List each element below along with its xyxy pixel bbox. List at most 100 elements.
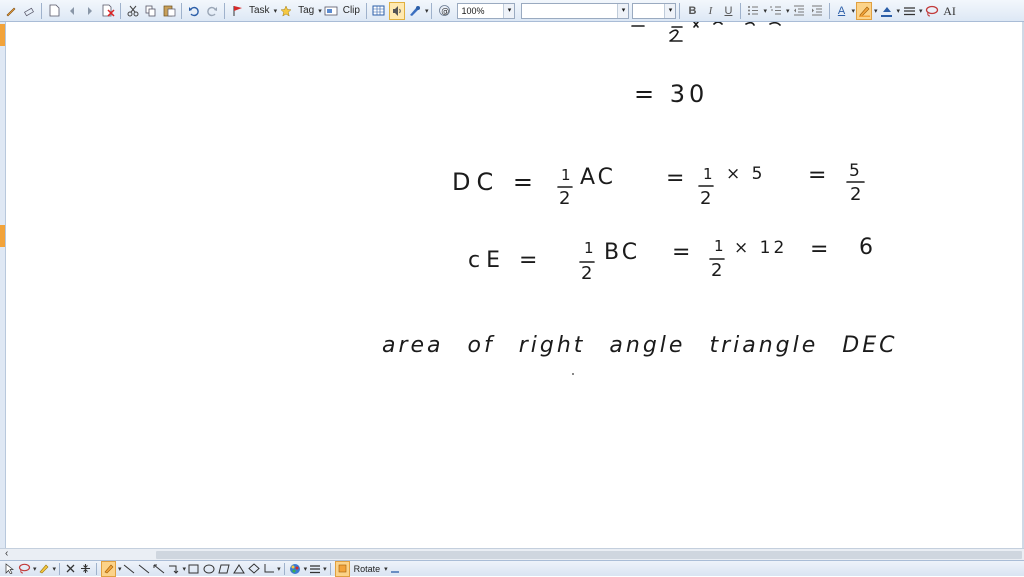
at-symbol-icon[interactable]: @ [436,2,452,20]
highlighter-icon[interactable] [856,1,873,20]
highlighter-dropdown-arrow[interactable]: ▾ [874,7,878,15]
font-size-dropdown-arrow[interactable]: ▾ [664,3,676,18]
tag-button[interactable]: Tag [296,2,316,20]
diamond-icon[interactable] [247,562,260,576]
ellipse-icon[interactable] [202,562,215,576]
connector-icon[interactable] [168,562,181,576]
connector-dropdown-arrow[interactable]: ▾ [183,565,187,573]
increase-indent-icon[interactable] [809,2,825,20]
rectangle-icon[interactable] [187,562,200,576]
copy-icon[interactable] [143,2,159,20]
stroke-width-icon[interactable] [308,562,321,576]
toolbar-divider [120,2,121,19]
ink-half-numerator: 1 [703,165,713,183]
color-picker-dropdown-arrow[interactable]: ▾ [304,565,308,573]
ink-half-denominator: 2 [559,188,570,209]
toolbar-divider [283,562,285,575]
zoom-select[interactable]: 100% ▾ [457,2,516,19]
toolbar-divider [41,2,42,19]
eraser-icon[interactable] [21,2,37,20]
triangle-icon[interactable] [232,562,245,576]
ink-dc-equals-2: = [666,166,684,191]
line-tool-2-icon[interactable] [138,562,151,576]
paste-icon[interactable] [161,2,177,20]
bullet-list-icon[interactable] [745,2,761,20]
clip-icon[interactable] [323,2,339,20]
new-page-icon[interactable] [46,2,62,20]
color-picker-icon[interactable] [289,562,302,576]
line-style-dropdown-arrow[interactable]: ▾ [919,7,923,15]
ink-ce-times: × 12 [734,238,787,258]
numbered-list-icon[interactable] [768,2,784,20]
ink-canvas[interactable]: = 30 DC = 1 2 AC = 1 2 × 5 = 5 2 cE = 1 … [6,21,1022,548]
undo-icon[interactable] [186,2,202,20]
fill-color-dropdown-arrow[interactable]: ▾ [897,7,901,15]
pen-settings-dropdown-arrow[interactable]: ▾ [425,7,429,15]
font-color-dropdown-arrow[interactable]: ▾ [852,7,856,15]
rotate-button[interactable]: Rotate [352,562,383,576]
font-size-select[interactable]: ▾ [632,2,677,19]
underline-button[interactable]: U [720,2,736,20]
baseline-icon[interactable] [389,562,402,576]
redo-icon[interactable] [204,2,220,20]
pen-icon[interactable] [3,2,19,20]
task-dropdown-arrow[interactable]: ▾ [274,7,278,15]
pen-tool-icon[interactable] [101,560,117,577]
audio-record-icon[interactable] [388,1,405,20]
toolbar-divider [96,562,98,575]
horizontal-scrollbar[interactable]: ‹ [0,548,1024,560]
page-marker[interactable] [0,225,5,247]
ink-ce-result: 6 [859,235,873,260]
ink-half-numerator: 1 [561,166,571,184]
scrollbar-thumb[interactable] [156,551,1022,559]
line-tool-icon[interactable] [123,562,136,576]
toolbar-divider [679,2,681,19]
font-name-dropdown-arrow[interactable]: ▾ [617,3,629,18]
lasso-select-dropdown-arrow[interactable]: ▾ [33,565,37,573]
erase-stroke-icon[interactable] [64,562,77,576]
rotate-icon[interactable] [334,560,350,577]
pen-settings-icon[interactable] [407,2,423,20]
tag-dropdown-arrow[interactable]: ▾ [318,7,322,15]
selection-arrow-icon[interactable] [3,562,16,576]
italic-button[interactable]: I [702,2,718,20]
text-size-button[interactable]: AI [942,2,958,20]
lasso-select-icon[interactable] [18,562,31,576]
delete-page-icon[interactable] [100,2,116,20]
ink-layer: = 30 DC = 1 2 AC = 1 2 × 5 = 5 2 cE = 1 … [382,21,894,375]
back-arrow-icon[interactable] [64,2,80,20]
font-color-button[interactable]: A [834,2,850,20]
task-flag-icon[interactable] [229,2,245,20]
axis-dropdown-arrow[interactable]: ▾ [277,565,281,573]
ink-dc-equals-3: = [808,163,826,188]
task-button[interactable]: Task [247,2,272,20]
bold-button[interactable]: B [684,2,700,20]
ink-half-numerator: 1 [584,239,594,257]
decrease-indent-icon[interactable] [791,2,807,20]
zoom-dropdown-arrow[interactable]: ▾ [503,3,515,18]
lasso-icon[interactable] [924,2,940,20]
ink-stray-dot [572,373,574,375]
marker-pen-dropdown-arrow[interactable]: ▾ [53,565,57,573]
pen-tool-dropdown-arrow[interactable]: ▾ [118,565,122,573]
cut-icon[interactable] [125,2,141,20]
ink-half-denominator: 2 [581,263,592,284]
marker-pen-icon[interactable] [38,562,51,576]
stroke-width-dropdown-arrow[interactable]: ▾ [323,565,327,573]
arrow-line-icon[interactable] [153,562,166,576]
split-horizontal-icon[interactable] [79,562,92,576]
scroll-left-arrow[interactable]: ‹ [5,548,8,559]
tag-star-icon[interactable] [278,2,294,20]
axis-icon[interactable] [262,562,275,576]
table-icon[interactable] [371,2,387,20]
numbered-list-dropdown-arrow[interactable]: ▾ [786,7,790,15]
font-name-select[interactable]: ▾ [521,2,630,19]
fill-color-icon[interactable] [879,2,895,20]
rotate-dropdown-arrow[interactable]: ▾ [384,565,388,573]
line-style-icon[interactable] [901,2,917,20]
forward-arrow-icon[interactable] [82,2,98,20]
clip-button[interactable]: Clip [341,2,362,20]
page-marker[interactable] [0,24,5,46]
parallelogram-icon[interactable] [217,562,230,576]
bullet-list-dropdown-arrow[interactable]: ▾ [763,7,767,15]
